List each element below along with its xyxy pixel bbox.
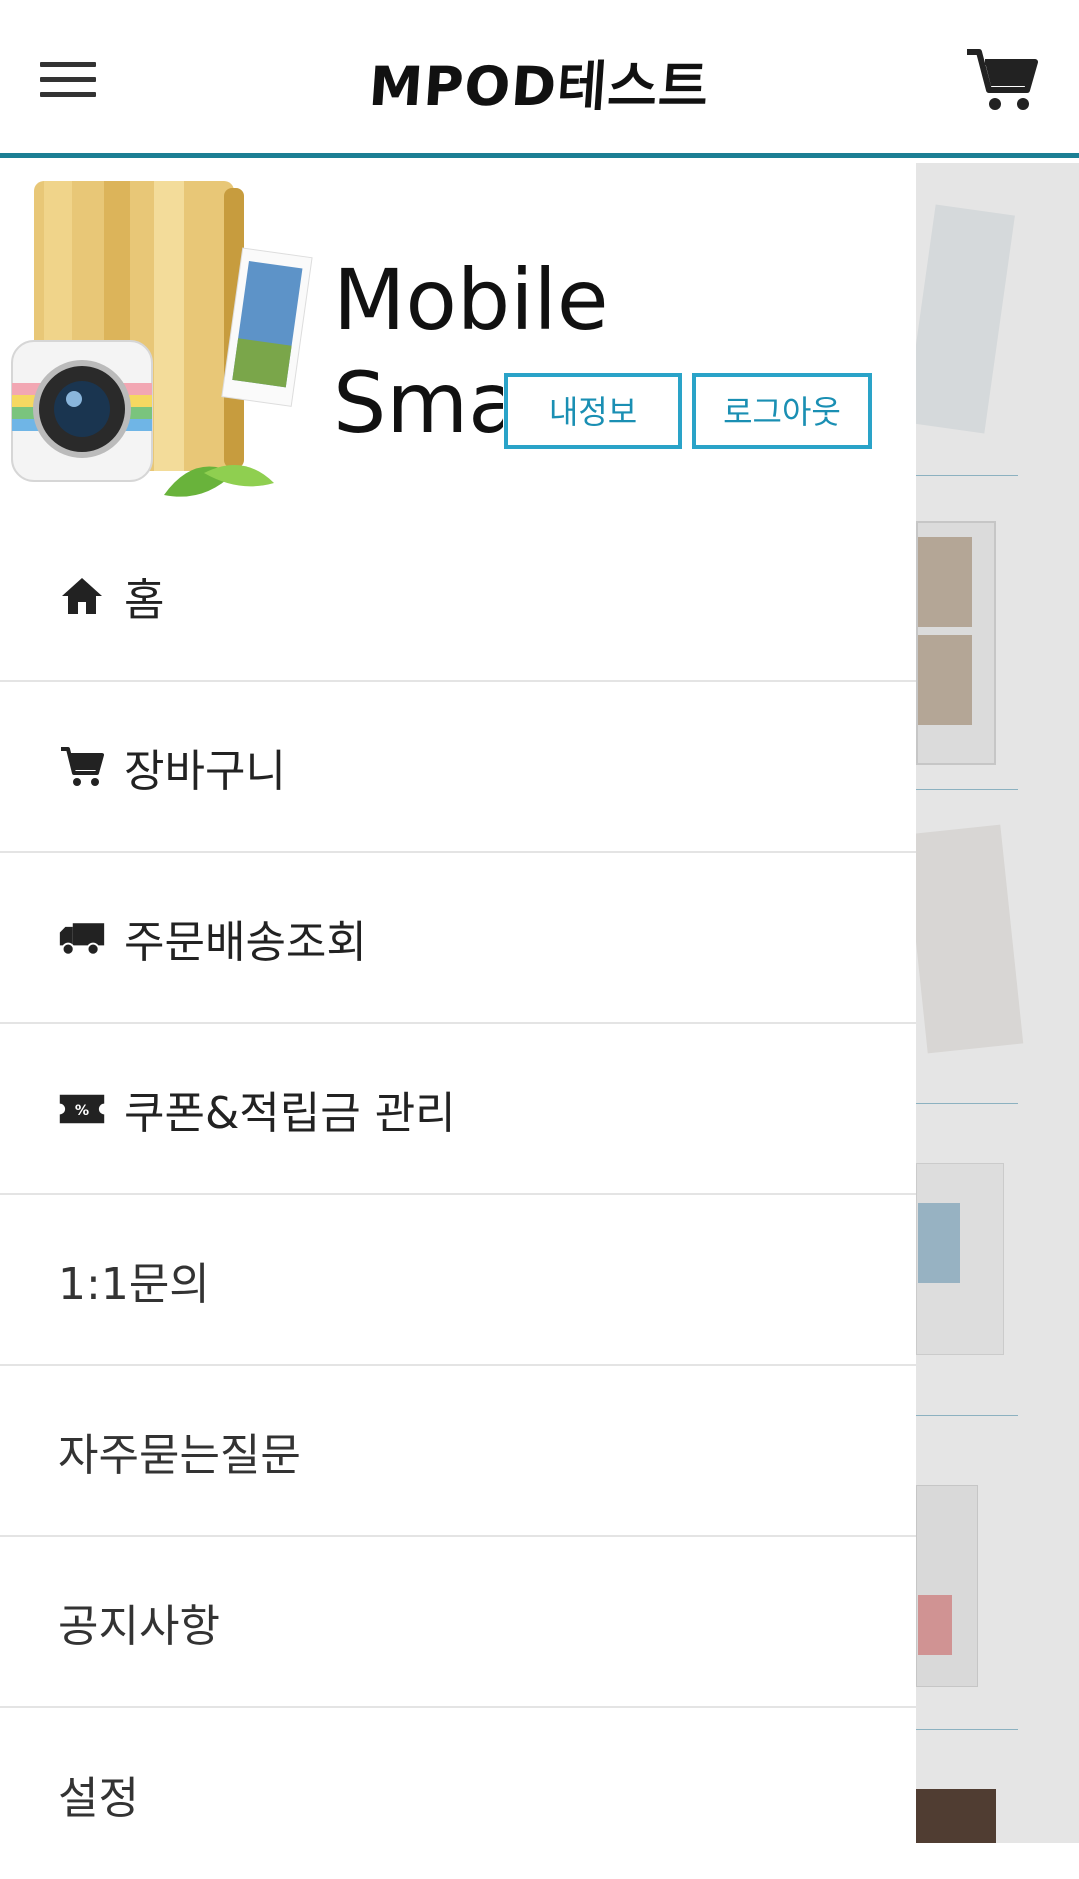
my-info-button[interactable]: 내정보	[504, 373, 682, 449]
menu-item-label: 설정	[58, 1772, 139, 1824]
menu-item-label: 주문배송조회	[124, 916, 367, 968]
svg-text:%: %	[75, 1103, 89, 1119]
app-title: MPOD테스트	[366, 55, 712, 118]
drawer-header: Mobile Smart Photo 내정보 로그아웃	[0, 163, 916, 511]
brand-name-line2: Smart Photo	[333, 361, 503, 445]
menu-item-label: 쿠폰&적립금 관리	[124, 1087, 456, 1139]
drawer-scrim[interactable]	[916, 163, 1079, 1843]
menu-item-coupon-points[interactable]: % 쿠폰&적립금 관리	[0, 1024, 916, 1195]
menu-item-home[interactable]: 홈	[0, 511, 916, 682]
brand-name-line1: Mobile	[333, 251, 609, 349]
coupon-icon: %	[58, 1087, 106, 1131]
cart-icon	[58, 745, 106, 789]
menu-item-label: 장바구니	[124, 745, 286, 797]
logout-button[interactable]: 로그아웃	[692, 373, 872, 449]
menu-item-faq[interactable]: 자주묻는질문	[0, 1366, 916, 1537]
menu-item-label: 1:1문의	[58, 1258, 210, 1310]
truck-icon	[58, 916, 106, 960]
home-icon	[58, 574, 106, 618]
menu-item-order-tracking[interactable]: 주문배송조회	[0, 853, 916, 1024]
drawer-menu: 홈 장바구니 주문배송조회 % 쿠폰&적립금 관리 1:1문의 자주묻는질문 공…	[0, 511, 916, 1879]
top-app-bar: MPOD테스트	[0, 0, 1079, 158]
shopping-cart-icon[interactable]	[965, 48, 1039, 114]
menu-item-label: 공지사항	[58, 1600, 220, 1652]
menu-item-label: 홈	[124, 574, 165, 626]
menu-item-notice[interactable]: 공지사항	[0, 1537, 916, 1708]
menu-item-cart[interactable]: 장바구니	[0, 682, 916, 853]
app-logo-image	[4, 173, 314, 503]
menu-item-label: 자주묻는질문	[58, 1429, 301, 1481]
navigation-drawer: Mobile Smart Photo 내정보 로그아웃 홈 장바구니 주문배송조…	[0, 163, 916, 1843]
menu-item-inquiry[interactable]: 1:1문의	[0, 1195, 916, 1366]
menu-item-settings[interactable]: 설정	[0, 1708, 916, 1879]
